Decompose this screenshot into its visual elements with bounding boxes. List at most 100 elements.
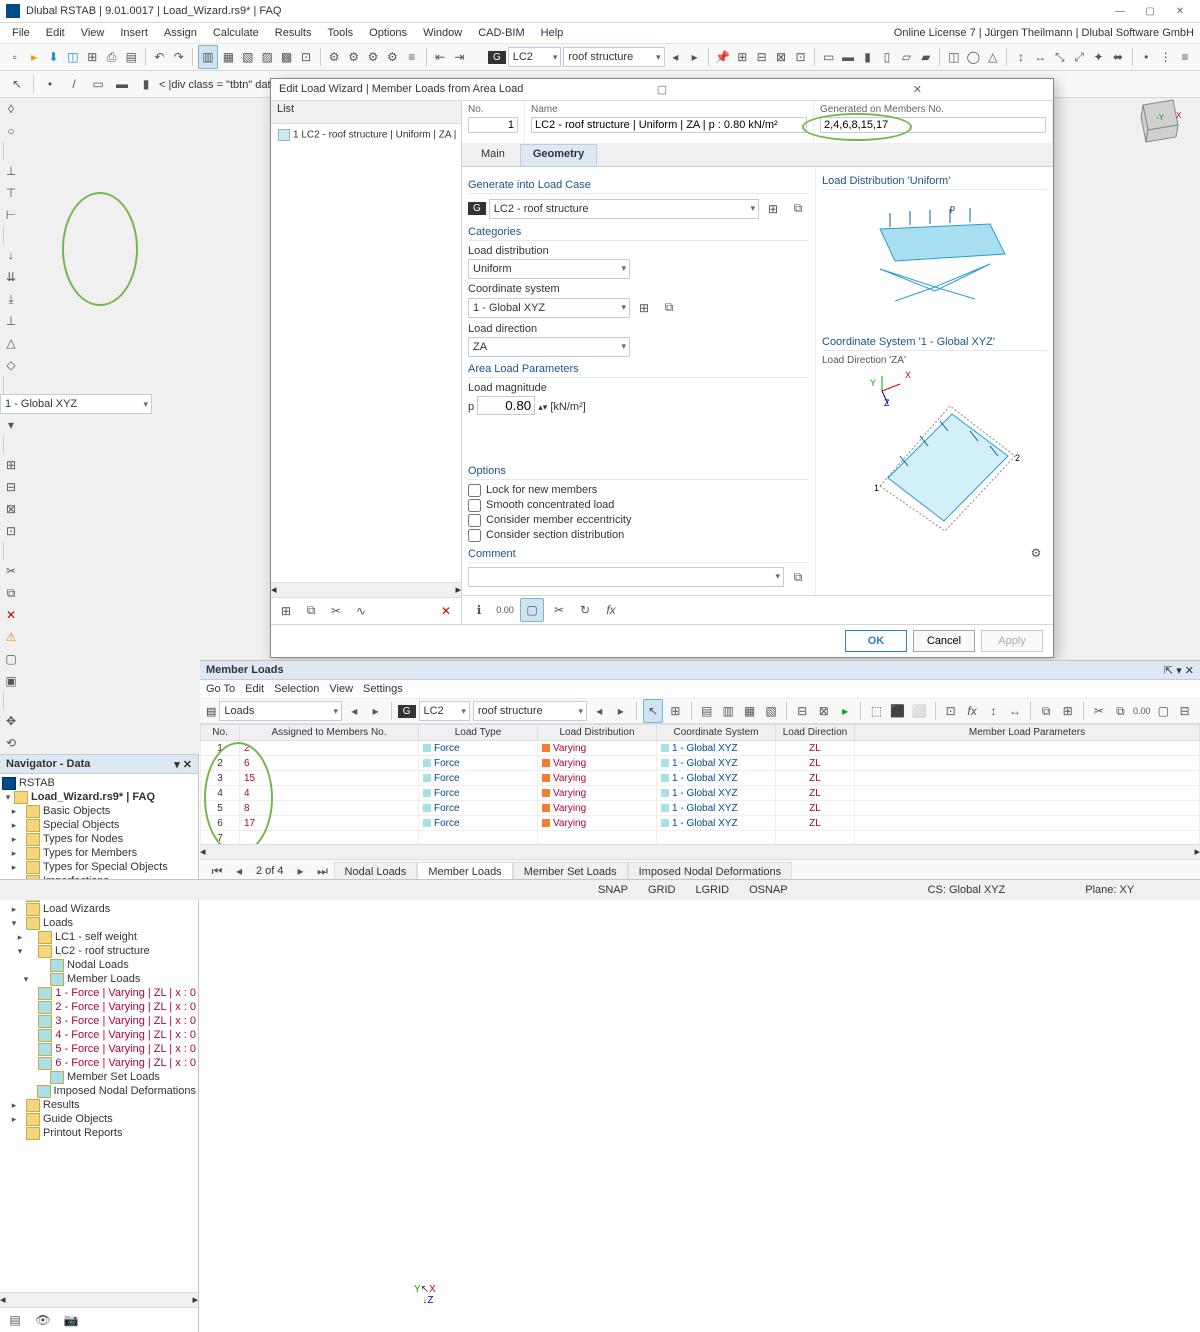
dialog-max-button[interactable]: ▢ xyxy=(534,80,789,98)
col-dir[interactable]: Load Direction xyxy=(776,725,855,741)
lc-code-combo[interactable]: LC2 xyxy=(508,47,562,67)
next-lc-icon[interactable]: ▸ xyxy=(686,46,703,68)
bp-t14-icon[interactable]: ↔ xyxy=(1006,700,1024,722)
redo-icon[interactable]: ↷ xyxy=(170,46,187,68)
table-row[interactable]: 315ForceVarying1 - Global XYZZL xyxy=(201,771,1200,786)
status-osnap[interactable]: OSNAP xyxy=(749,884,788,896)
tree-results[interactable]: Results xyxy=(43,1099,80,1111)
bp-t5-icon[interactable]: ▦ xyxy=(740,700,758,722)
status-lgrid[interactable]: LGRID xyxy=(695,884,729,896)
menu-view[interactable]: View xyxy=(75,25,111,41)
close-button[interactable]: ✕ xyxy=(1166,2,1194,20)
line-icon[interactable]: / xyxy=(63,73,85,95)
tree-typesnodes[interactable]: Types for Nodes xyxy=(43,833,123,845)
bp-menu-edit[interactable]: Edit xyxy=(245,683,264,695)
opt-section-checkbox[interactable] xyxy=(468,529,481,542)
table-row[interactable]: 58ForceVarying1 - Global XYZZL xyxy=(201,801,1200,816)
view-e-icon[interactable]: ▩ xyxy=(278,46,295,68)
list-hscroll[interactable]: ◂▸ xyxy=(271,582,461,597)
l1-icon[interactable]: ↓ xyxy=(0,244,22,266)
bp-t8-icon[interactable]: ⊠ xyxy=(815,700,833,722)
tree-printout[interactable]: Printout Reports xyxy=(43,1127,122,1139)
d4-icon[interactable]: ▯ xyxy=(878,46,895,68)
load-dist-combo[interactable]: Uniform xyxy=(468,259,630,279)
bp-t2-icon[interactable]: ⊞ xyxy=(666,700,684,722)
dialog-title-bar[interactable]: Edit Load Wizard | Member Loads from Are… xyxy=(271,79,1053,101)
bp-t16-icon[interactable]: ⊞ xyxy=(1058,700,1076,722)
tree-lwiz[interactable]: Load Wizards xyxy=(43,903,110,915)
pin-icon[interactable]: 📌 xyxy=(714,46,731,68)
c-tool-icon[interactable]: ▾ xyxy=(0,414,22,436)
bp-t20-icon[interactable]: ⊟ xyxy=(1175,700,1193,722)
generated-members-input[interactable] xyxy=(820,117,1046,133)
m2-icon[interactable]: ▬ xyxy=(111,73,133,95)
tree-ml5[interactable]: 5 - Force | Varying | ZL | x : 0 xyxy=(55,1043,196,1055)
gear4-icon[interactable]: ⚙ xyxy=(384,46,401,68)
tree-typesspecial[interactable]: Types for Special Objects xyxy=(43,861,168,873)
gear1-icon[interactable]: ⚙ xyxy=(325,46,342,68)
calc-icon[interactable]: ≡ xyxy=(403,46,420,68)
ax2-icon[interactable]: ↔ xyxy=(1032,46,1049,68)
dlg-tool-r-icon[interactable]: ↻ xyxy=(574,599,596,621)
new-icon[interactable]: ▫ xyxy=(6,46,23,68)
dialog-close-button[interactable]: ✕ xyxy=(790,80,1045,98)
opt-lock-checkbox[interactable] xyxy=(468,484,481,497)
g1-icon[interactable]: ⊞ xyxy=(0,454,22,476)
t2-icon[interactable]: ⊟ xyxy=(753,46,770,68)
lc-tool1-icon[interactable]: ⊞ xyxy=(762,198,784,220)
magnitude-input[interactable] xyxy=(477,396,535,415)
arrow-l-icon[interactable]: ⇤ xyxy=(431,46,448,68)
tree-basic[interactable]: Basic Objects xyxy=(43,805,110,817)
t3-icon[interactable]: ⊠ xyxy=(772,46,789,68)
m5-icon[interactable]: ◊ xyxy=(0,98,22,120)
table-row[interactable]: 12ForceVarying1 - Global XYZZL xyxy=(201,741,1200,756)
tab-member-loads[interactable]: Member Loads xyxy=(417,862,512,881)
status-snap[interactable]: SNAP xyxy=(598,884,628,896)
tab-nodal-loads[interactable]: Nodal Loads xyxy=(334,862,418,881)
menu-file[interactable]: File xyxy=(6,25,36,41)
bp-fx-icon[interactable]: fx xyxy=(963,700,981,722)
list-t2-icon[interactable]: ∿ xyxy=(350,600,372,622)
cs-tool1-icon[interactable]: ⊞ xyxy=(633,297,655,319)
gear3-icon[interactable]: ⚙ xyxy=(364,46,381,68)
bp-t10-icon[interactable]: ⬛ xyxy=(889,700,907,722)
d2-icon[interactable]: ▬ xyxy=(839,46,856,68)
e3-icon[interactable]: ≡ xyxy=(1176,46,1193,68)
tree-memberloads[interactable]: Member Loads xyxy=(67,973,140,985)
bp-lcname-combo[interactable]: roof structure xyxy=(473,701,587,721)
col-type[interactable]: Load Type xyxy=(419,725,538,741)
cs-combo[interactable]: 1 - Global XYZ xyxy=(468,298,630,318)
maximize-button[interactable]: ▢ xyxy=(1136,2,1164,20)
view-c-icon[interactable]: ▧ xyxy=(239,46,256,68)
list-new-icon[interactable]: ⊞ xyxy=(275,600,297,622)
lc-tool2-icon[interactable]: ⧉ xyxy=(787,198,809,220)
nav-tab-data-icon[interactable]: ▤ xyxy=(4,1309,26,1331)
m6-icon[interactable]: ○ xyxy=(0,120,22,142)
bp-menu-settings[interactable]: Settings xyxy=(363,683,403,695)
tree-lc2[interactable]: LC2 - roof structure xyxy=(55,945,150,957)
table-row[interactable]: 617ForceVarying1 - Global XYZZL xyxy=(201,816,1200,831)
view-b-icon[interactable]: ▦ xyxy=(220,46,237,68)
bp-category-combo[interactable]: Loads xyxy=(219,701,342,721)
save-icon[interactable]: ⬇ xyxy=(45,46,62,68)
table-row[interactable]: 26ForceVarying1 - Global XYZZL xyxy=(201,756,1200,771)
tab-geometry[interactable]: Geometry xyxy=(520,144,597,166)
coord-combo[interactable]: 1 - Global XYZ xyxy=(0,394,152,414)
cs-tool2-icon[interactable]: ⧉ xyxy=(658,297,680,319)
bp-t1-icon[interactable]: ↖ xyxy=(643,699,663,723)
no-input[interactable] xyxy=(468,117,518,133)
l2-icon[interactable]: ⇊ xyxy=(0,266,22,288)
t4-icon[interactable]: ⊡ xyxy=(792,46,809,68)
minimize-button[interactable]: — xyxy=(1106,2,1134,20)
print-icon[interactable]: ⎙ xyxy=(103,46,120,68)
tree-ml4[interactable]: 4 - Force | Varying | ZL | x : 0 xyxy=(55,1029,196,1041)
list-item[interactable]: 1 LC2 - roof structure | Uniform | ZA | … xyxy=(274,127,458,143)
menu-insert[interactable]: Insert xyxy=(114,25,154,41)
preview-tool-icon[interactable]: ⚙ xyxy=(1025,542,1047,564)
undo-icon[interactable]: ↶ xyxy=(151,46,168,68)
bp-t9-icon[interactable]: ⬚ xyxy=(867,700,885,722)
ok-button[interactable]: OK xyxy=(845,630,907,652)
del-icon[interactable]: ✕ xyxy=(0,604,22,626)
comment-combo[interactable] xyxy=(468,567,784,587)
status-grid[interactable]: GRID xyxy=(648,884,676,896)
